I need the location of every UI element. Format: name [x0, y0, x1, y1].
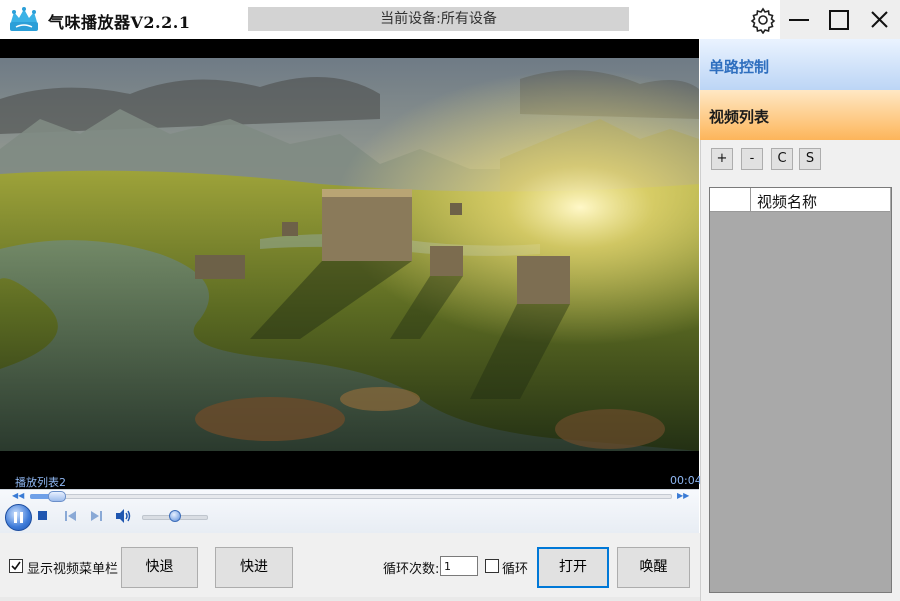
playlist-label: 播放列表2 — [15, 476, 66, 489]
volume-thumb[interactable] — [169, 510, 181, 522]
loop-label: 循环 — [502, 562, 529, 577]
column-divider — [750, 188, 751, 211]
video-frame-landscape — [0, 39, 699, 490]
seek-back-icon[interactable]: ◀◀ — [12, 491, 24, 500]
rewind-button[interactable]: 快退 — [121, 547, 198, 588]
bottom-edge — [0, 597, 700, 601]
show-menu-label: 显示视频菜单栏 — [27, 562, 119, 577]
add-button[interactable]: + — [711, 148, 733, 170]
seek-bar[interactable] — [30, 494, 672, 499]
previous-icon[interactable] — [64, 510, 78, 522]
remove-button[interactable]: - — [741, 148, 763, 170]
pause-button[interactable] — [5, 504, 32, 531]
window-controls — [780, 0, 900, 39]
loop-checkbox[interactable] — [485, 559, 499, 573]
video-display[interactable] — [0, 39, 699, 490]
save-button[interactable]: S — [799, 148, 821, 170]
checkmark-icon — [11, 561, 21, 571]
seek-forward-icon[interactable]: ▶▶ — [677, 491, 689, 500]
app-title: 气味播放器V2.2.1 — [48, 13, 191, 32]
stop-icon[interactable] — [37, 510, 49, 522]
seek-thumb[interactable] — [48, 491, 66, 502]
close-icon[interactable] — [860, 0, 900, 39]
tab-single-control-label: 单路控制 — [709, 58, 770, 76]
loop-count-label: 循环次数: — [383, 562, 440, 577]
device-indicator: 当前设备:所有设备 — [248, 7, 629, 31]
crown-logo-icon — [10, 7, 38, 31]
tab-video-list-label: 视频列表 — [709, 108, 770, 126]
column-header-video-name[interactable]: 视频名称 — [757, 191, 817, 212]
next-icon[interactable] — [89, 510, 103, 522]
show-menu-checkbox[interactable] — [9, 559, 23, 573]
maximize-icon[interactable] — [820, 0, 860, 39]
video-list[interactable] — [709, 187, 892, 593]
open-button[interactable]: 打开 — [537, 547, 609, 588]
minimize-icon[interactable] — [780, 0, 820, 39]
wake-button[interactable]: 唤醒 — [617, 547, 690, 588]
loop-count-input[interactable]: 1 — [440, 556, 478, 576]
gear-icon[interactable] — [749, 6, 777, 34]
time-display: 00:04 — [670, 474, 702, 487]
pause-icon — [14, 512, 23, 523]
forward-button[interactable]: 快进 — [215, 547, 293, 588]
volume-icon[interactable] — [115, 508, 133, 524]
clear-button[interactable]: C — [771, 148, 793, 170]
